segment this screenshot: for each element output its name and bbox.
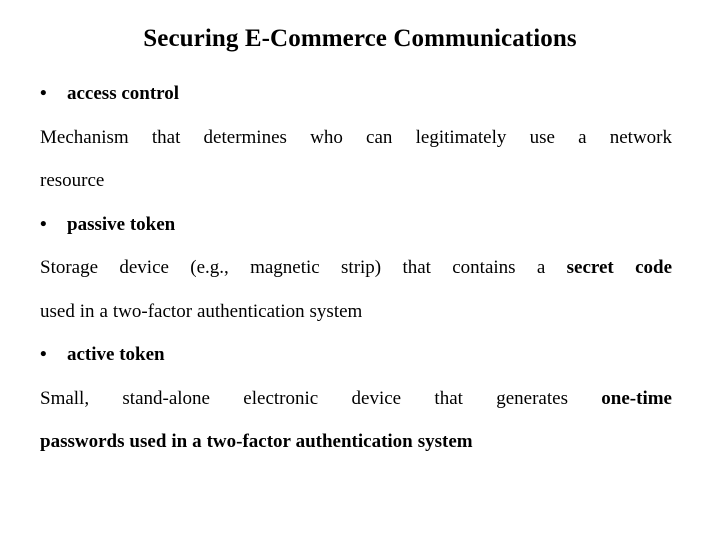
- bullet-item-active-token: • active token: [40, 333, 672, 377]
- definition-line: resource: [40, 170, 105, 191]
- bullet-icon: •: [40, 344, 47, 365]
- definition-text-bold: one-time: [601, 387, 672, 409]
- definition-line: used in a two-factor authentication syst…: [40, 300, 363, 322]
- definition-line: Mechanism that determines who can legiti…: [40, 126, 672, 148]
- definition-line: Small, stand-alone electronic device tha…: [40, 377, 672, 421]
- definition-line: passwords used in a two-factor authentic…: [40, 431, 473, 452]
- bullet-item-access-control: • access control: [40, 72, 672, 116]
- definition-text-plain: Storage device (e.g., magnetic strip) th…: [40, 257, 567, 278]
- bullet-item-passive-token: • passive token: [40, 203, 672, 247]
- definition-access-control: Mechanism that determines who can legiti…: [40, 116, 672, 203]
- definition-active-token: Small, stand-alone electronic device tha…: [40, 377, 672, 464]
- bullet-term-label: access control: [67, 83, 180, 104]
- bullet-term-label: active token: [67, 344, 165, 365]
- definition-passive-token: Storage device (e.g., magnetic strip) th…: [40, 246, 672, 333]
- definition-text-bold: secret code: [566, 257, 672, 278]
- page-title: Securing E-Commerce Communications: [143, 25, 577, 52]
- slide: Securing E-Commerce Communications • acce…: [0, 0, 720, 540]
- bullet-icon: •: [40, 83, 47, 104]
- bullet-term-label: passive token: [67, 213, 176, 235]
- definition-text-plain: Small, stand-alone electronic device tha…: [40, 387, 602, 409]
- slide-body: • access control Mechanism that determine…: [40, 72, 672, 464]
- bullet-icon: •: [40, 213, 47, 235]
- definition-line: Storage device (e.g., magnetic strip) th…: [40, 246, 672, 290]
